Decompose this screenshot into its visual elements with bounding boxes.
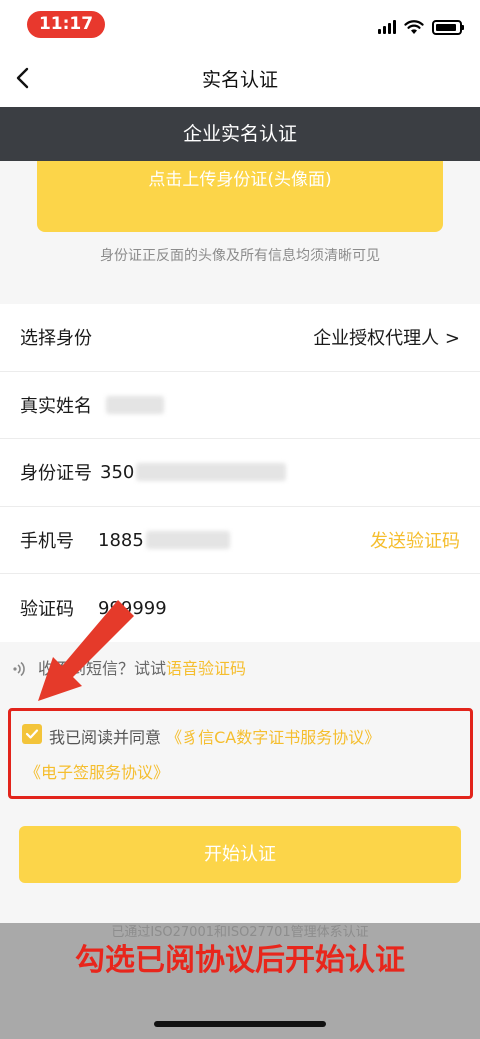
id-number-row: 身份证号 350 [0,439,480,507]
send-code-button[interactable]: 发送验证码 [370,527,460,553]
phone-blurred [145,531,230,550]
name-row: 真实姓名 [0,372,480,440]
identity-value[interactable]: 企业授权代理人 > [313,324,460,350]
phone-label: 手机号 [20,531,74,553]
start-verification-button[interactable]: 开始认证 [19,826,461,883]
home-indicator[interactable] [154,1021,326,1027]
voice-prompt: 收不到短信？试试 [38,659,167,678]
ca-agreement-link[interactable]: 《豸信CA数字证书服务协议》 [166,728,380,747]
status-time: 11:17 [27,11,105,38]
agreement-highlight-box: 我已阅读并同意 《豸信CA数字证书服务协议》 《电子签服务协议》 [8,708,473,799]
voice-code-link[interactable]: 语音验证码 [166,659,246,678]
identity-row[interactable]: 选择身份 企业授权代理人 > [0,304,480,372]
id-number-label: 身份证号 [20,463,92,485]
check-icon [25,729,39,739]
page-title: 实名认证 [201,69,278,91]
name-label: 真实姓名 [20,395,92,417]
wifi-icon [404,20,424,34]
phone-row: 手机号 1885 发送验证码 [0,507,480,575]
signal-icon [378,20,396,34]
identity-form: 选择身份 企业授权代理人 > 真实姓名 身份证号 350 手机号 1885 发送… [0,304,480,642]
upload-hint: 身份证正反面的头像及所有信息均须清晰可见 [100,248,380,264]
agreement-text-line1: 我已阅读并同意 《豸信CA数字证书服务协议》 [49,724,380,748]
voice-code-row: 收不到短信？试试语音验证码 [0,645,480,693]
upload-section: 点击上传身份证(头像面) 身份证正反面的头像及所有信息均须清晰可见 [0,161,480,304]
code-label: 验证码 [20,599,74,621]
battery-icon [432,19,464,35]
status-icons [378,18,464,36]
name-input-blurred[interactable] [106,395,164,414]
code-row: 验证码 999999 [0,574,480,642]
code-input[interactable]: 999999 [98,598,167,619]
agreement-checkbox[interactable] [22,724,42,744]
instruction-caption: 勾选已阅协议后开始认证 [75,943,405,978]
back-arrow-icon[interactable] [8,62,40,94]
status-bar: 11:17 [0,0,480,50]
upload-id-button[interactable]: 点击上传身份证(头像面) [37,161,443,232]
esign-agreement-link[interactable]: 《电子签服务协议》 [25,759,169,783]
phone-input[interactable]: 1885 [98,530,144,551]
identity-label: 选择身份 [20,328,92,350]
speaker-icon [13,661,25,677]
id-number-input[interactable]: 350 [100,462,134,483]
id-number-blurred [136,463,287,482]
section-header: 企业实名认证 [0,107,480,161]
nav-bar: 实名认证 [0,50,480,107]
agreement-text: 我已阅读并同意 [49,728,162,747]
